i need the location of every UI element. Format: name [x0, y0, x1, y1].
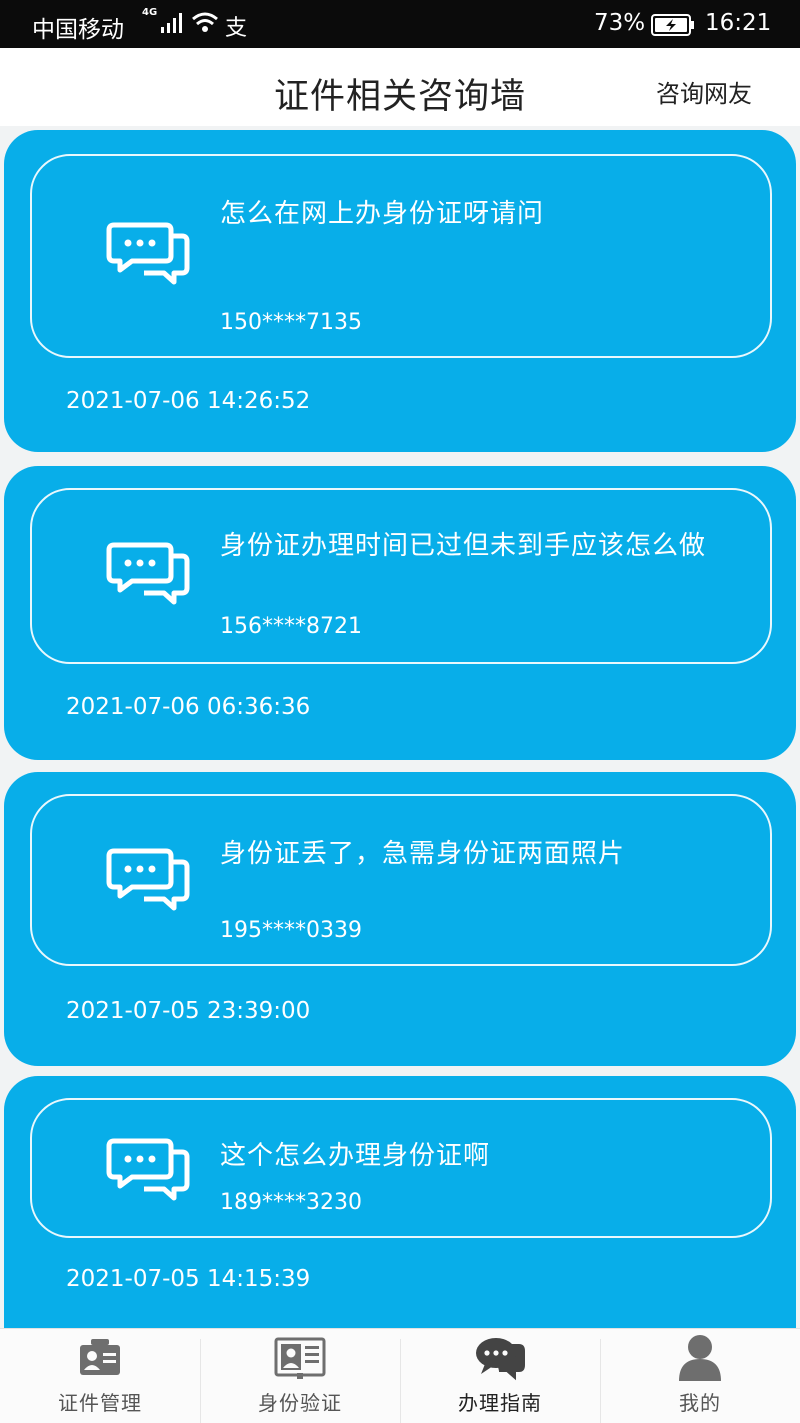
- chat-icon: [106, 848, 190, 911]
- post-datetime: 2021-07-05 23:39:00: [66, 998, 311, 1024]
- status-bar: 中国移动 4G 支 73% 16:21: [0, 0, 800, 48]
- chat-icon: [106, 222, 190, 285]
- consult-card-body: 身份证丢了，急需身份证两面照片 195****0339: [30, 794, 772, 966]
- tab-id-management[interactable]: 证件管理: [0, 1329, 200, 1423]
- asker-phone: 195****0339: [220, 918, 362, 943]
- consult-card[interactable]: 怎么在网上办身份证呀请问 150****7135 2021-07-06 14:2…: [4, 130, 796, 452]
- question-text: 身份证丢了，急需身份证两面照片: [220, 839, 626, 869]
- post-datetime: 2021-07-06 06:36:36: [66, 694, 311, 720]
- asker-phone: 150****7135: [220, 310, 362, 335]
- alipay-notification-icon: 支: [225, 16, 248, 41]
- id-card-icon: [80, 1339, 120, 1375]
- tab-label: 我的: [679, 1391, 721, 1415]
- bottom-tab-bar: 证件管理 身份验证 办理指南 我的: [0, 1328, 800, 1423]
- asker-phone: 156****8721: [220, 614, 362, 639]
- clock: 16:21: [705, 10, 772, 36]
- chat-bubbles-icon: [476, 1338, 525, 1381]
- battery-charging-icon: [651, 14, 694, 36]
- tab-guide[interactable]: 办理指南: [400, 1329, 600, 1423]
- user-icon: [679, 1335, 721, 1381]
- consult-list[interactable]: 怎么在网上办身份证呀请问 150****7135 2021-07-06 14:2…: [0, 126, 800, 1328]
- chat-icon: [106, 542, 190, 605]
- question-text: 这个怎么办理身份证啊: [220, 1141, 491, 1171]
- chat-icon: [106, 1138, 190, 1201]
- identity-verify-icon: [274, 1337, 326, 1379]
- asker-phone: 189****3230: [220, 1190, 362, 1215]
- tab-identity-verify[interactable]: 身份验证: [200, 1329, 400, 1423]
- tab-label: 身份验证: [258, 1391, 342, 1415]
- header-bar: 证件相关咨询墙 咨询网友: [0, 48, 800, 126]
- network-type-label: 4G: [142, 7, 158, 18]
- post-datetime: 2021-07-05 14:15:39: [66, 1266, 311, 1292]
- tab-label: 证件管理: [58, 1391, 142, 1415]
- question-text: 身份证办理时间已过但未到手应该怎么做: [220, 531, 707, 561]
- consult-card-body: 身份证办理时间已过但未到手应该怎么做 156****8721: [30, 488, 772, 664]
- tab-mine[interactable]: 我的: [600, 1329, 800, 1423]
- wifi-icon: [192, 12, 218, 32]
- battery-percent: 73%: [594, 10, 646, 36]
- consult-card-body: 怎么在网上办身份证呀请问 150****7135: [30, 154, 772, 358]
- tab-label: 办理指南: [458, 1391, 542, 1415]
- post-datetime: 2021-07-06 14:26:52: [66, 388, 311, 414]
- consult-card-body: 这个怎么办理身份证啊 189****3230: [30, 1098, 772, 1238]
- signal-icon: [161, 13, 182, 33]
- carrier-label: 中国移动: [32, 17, 124, 43]
- consult-card[interactable]: 这个怎么办理身份证啊 189****3230 2021-07-05 14:15:…: [4, 1076, 796, 1328]
- consult-card[interactable]: 身份证丢了，急需身份证两面照片 195****0339 2021-07-05 2…: [4, 772, 796, 1066]
- question-text: 怎么在网上办身份证呀请问: [220, 199, 545, 229]
- consult-card[interactable]: 身份证办理时间已过但未到手应该怎么做 156****8721 2021-07-0…: [4, 466, 796, 760]
- ask-netizens-button[interactable]: 咨询网友: [656, 74, 752, 109]
